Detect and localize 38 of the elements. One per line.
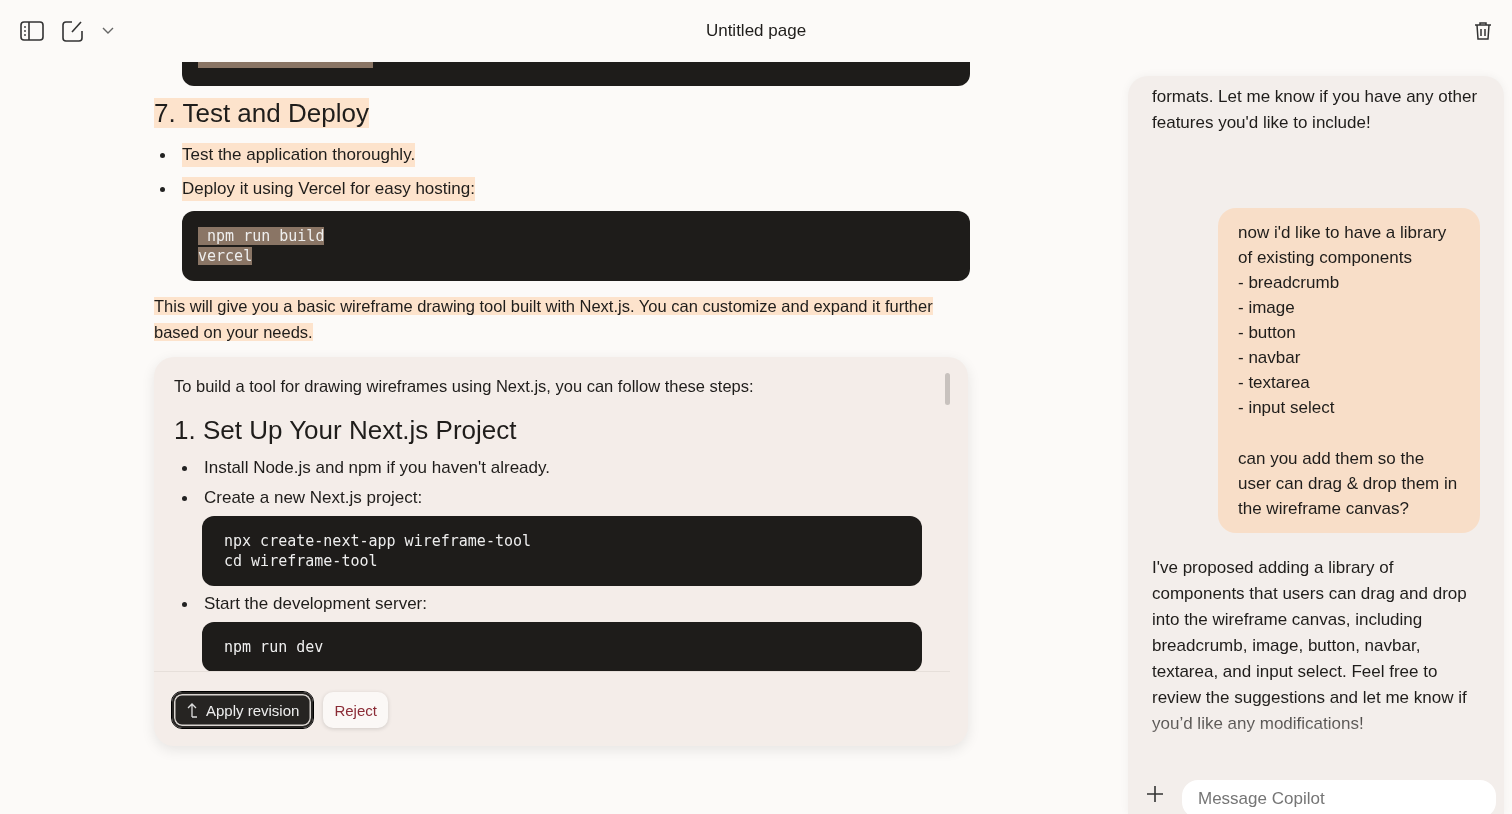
message-text: can you add them so the user can drag & drop them in the wireframe canvas? xyxy=(1238,448,1459,520)
list-item: Install Node.js and npm if you haven't already. xyxy=(204,457,550,479)
scrollbar-thumb[interactable] xyxy=(945,373,950,405)
reject-button[interactable]: Reject xyxy=(323,692,388,728)
new-page-icon[interactable] xyxy=(62,20,84,42)
assistant-message: I've proposed adding a library of components that users can drag and drop into the wireframe canvas, including breadcrumb, image, button, navbar, textarea, and input select. Feel free to review the suggestions and let me know if you’d like any modifications! xyxy=(1152,557,1468,735)
arrow-up-icon xyxy=(186,702,198,718)
chevron-down-icon[interactable] xyxy=(102,27,114,35)
message-text: - textarea xyxy=(1238,372,1311,394)
message-text: - input select xyxy=(1238,397,1336,419)
list-item: Start the development server: xyxy=(204,593,427,615)
code-block: npm run dev xyxy=(202,622,922,671)
list-item: Test the application thoroughly. xyxy=(182,143,416,167)
bullet-icon xyxy=(182,495,187,501)
paragraph: To build a tool for drawing wireframes using Next.js, you can follow these steps: xyxy=(174,376,755,397)
section-heading: 7. Test and Deploy xyxy=(154,98,370,129)
sidebar-toggle-icon[interactable] xyxy=(20,21,44,41)
apply-button[interactable]: Apply revision xyxy=(172,692,314,728)
code-block: npx create-next-app wireframe-tool cd wireframe-tool xyxy=(202,516,922,586)
message-text: - breadcrumb xyxy=(1238,272,1341,294)
section-heading: 1. Set Up Your Next.js Project xyxy=(174,415,518,446)
message-text: now i'd like to have a library of existing components xyxy=(1238,222,1448,269)
message-input[interactable]: Message Copilot xyxy=(1182,780,1496,814)
message-text: - image xyxy=(1238,297,1296,319)
paragraph: This will give you a basic wireframe drawing tool built with Next.js. You can customize and expand it further based on your needs. xyxy=(154,296,934,343)
plus-icon[interactable] xyxy=(1146,785,1164,803)
list-item: Deploy it using Vercel for easy hosting: xyxy=(182,177,475,201)
message-text: - navbar xyxy=(1238,347,1302,369)
page-title: Untitled page xyxy=(705,21,807,41)
trash-icon[interactable] xyxy=(1474,21,1492,41)
bullet-icon xyxy=(182,465,187,471)
message-text: - button xyxy=(1238,322,1297,344)
assistant-message: formats. Let me know if you have any other features you'd like to include! xyxy=(1152,86,1479,134)
bullet-icon xyxy=(160,152,165,158)
bullet-icon xyxy=(160,186,165,192)
list-item: Create a new Next.js project: xyxy=(204,487,423,509)
code-block: npm run build vercel xyxy=(182,211,970,281)
bullet-icon xyxy=(182,601,187,607)
